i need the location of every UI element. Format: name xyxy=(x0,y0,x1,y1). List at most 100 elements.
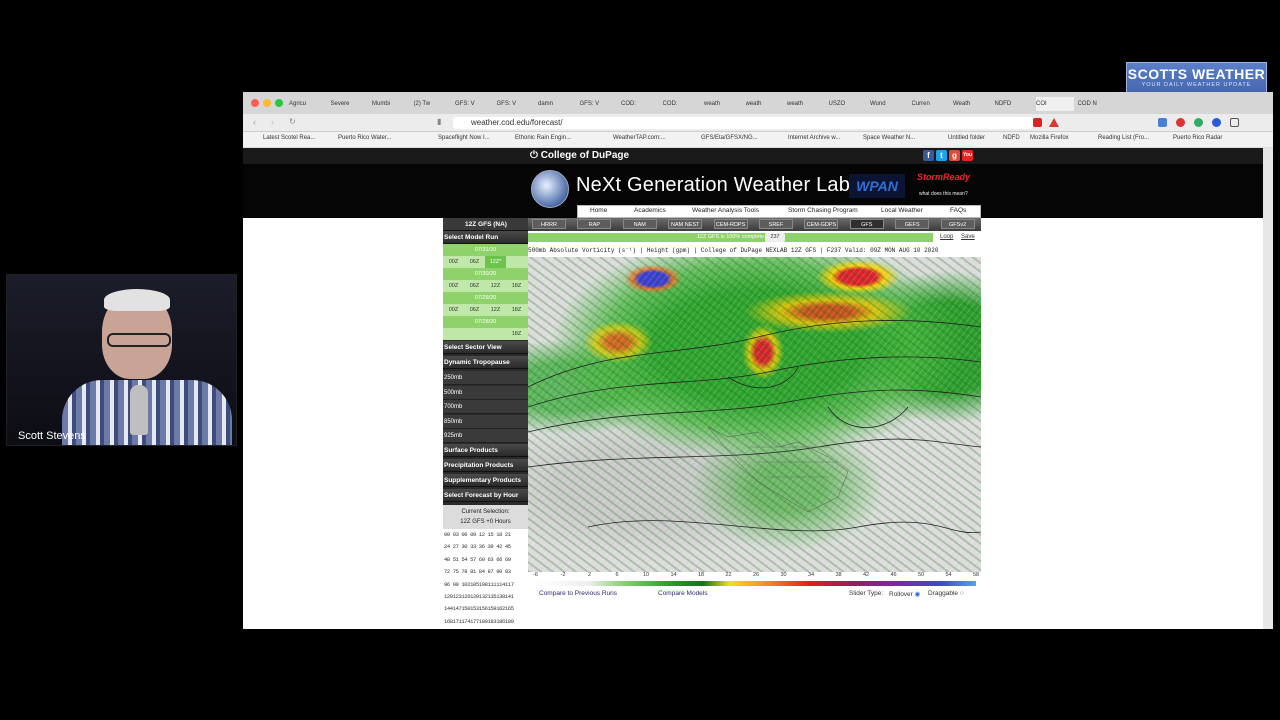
browser-tab[interactable]: damn xyxy=(538,97,576,111)
browser-tab[interactable]: Curren xyxy=(912,97,950,111)
browser-tab[interactable]: weath xyxy=(704,97,742,111)
bookmark-item[interactable]: Mozilla Firefox xyxy=(1030,135,1069,141)
sidebar-section[interactable]: Dynamic Tropopause xyxy=(443,356,528,369)
nav-item[interactable]: Academics xyxy=(634,207,666,214)
bookmark-item[interactable]: Latest Scotel Rea... xyxy=(263,135,315,141)
bookmark-item[interactable]: Spaceflight Now I... xyxy=(438,135,490,141)
browser-tab[interactable]: COI xyxy=(1036,97,1074,111)
draggable-option[interactable]: Draggable ○ xyxy=(928,590,964,597)
model-button[interactable]: NAM xyxy=(622,219,657,229)
college-of-dupage-link[interactable]: ⏻ College of DuPage xyxy=(530,150,629,161)
run-cell[interactable]: 18Z xyxy=(506,280,527,292)
bookmark-item[interactable]: WeatherTAP.com:... xyxy=(613,135,666,141)
nexlab-globe-logo[interactable] xyxy=(531,170,569,208)
sidebar-section[interactable]: 925mb xyxy=(443,429,528,444)
page-scrollbar[interactable] xyxy=(1263,148,1273,629)
bookmark-item[interactable]: NDFD xyxy=(1003,135,1020,141)
maximize-window-icon[interactable] xyxy=(275,99,283,107)
model-button[interactable]: SREF xyxy=(759,219,793,229)
sidebar-section[interactable]: Precipitation Products xyxy=(443,459,528,472)
draggable-radio-icon[interactable]: ○ xyxy=(960,590,964,597)
extension-icon[interactable] xyxy=(1194,118,1203,127)
bookmark-item[interactable]: Ethonic Rain Engin... xyxy=(515,135,571,141)
browser-tab[interactable]: Severe xyxy=(331,97,369,111)
forecast-hour-row[interactable]: 120123126129132135138141 xyxy=(444,591,528,603)
sidebar-section[interactable]: Select Forecast by Hour xyxy=(443,489,528,502)
stormready-subtitle[interactable]: what does this mean? xyxy=(919,191,968,197)
nav-item[interactable]: Weather Analysis Tools xyxy=(692,207,759,214)
bookmark-item[interactable]: Space Weather N... xyxy=(863,135,915,141)
browser-tab[interactable]: GFS: V xyxy=(455,97,493,111)
compare-models-link[interactable]: Compare Models xyxy=(658,590,708,597)
bookmark-item[interactable]: Puerto Rico Water... xyxy=(338,135,391,141)
sidebar-section[interactable]: Select Sector View xyxy=(443,341,528,354)
run-cell[interactable]: 12Z xyxy=(485,280,506,292)
select-model-run[interactable]: Select Model Run xyxy=(443,231,528,244)
run-cell[interactable] xyxy=(485,328,506,340)
model-button[interactable]: RAP xyxy=(577,219,612,229)
sidebar-section[interactable]: Supplementary Products xyxy=(443,474,528,487)
browser-tab[interactable]: Wund xyxy=(870,97,908,111)
browser-tab[interactable]: Weath xyxy=(953,97,991,111)
bookmark-item[interactable]: Untitled folder xyxy=(948,135,985,141)
browser-tab[interactable]: weath xyxy=(746,97,784,111)
sidebar-section[interactable]: 250mb xyxy=(443,371,528,385)
close-window-icon[interactable] xyxy=(251,99,259,107)
forecast-hour-row[interactable]: 00 03 06 09 12 15 18 21 xyxy=(444,529,528,541)
twitter-icon[interactable]: t xyxy=(936,150,947,161)
nav-item[interactable]: Storm Chasing Program xyxy=(788,207,858,214)
rollover-radio-icon[interactable]: ◉ xyxy=(915,591,921,598)
run-cell[interactable] xyxy=(506,256,527,268)
run-cell[interactable]: 18Z xyxy=(506,304,527,316)
model-button[interactable]: HRRR xyxy=(532,219,566,229)
extension-icon[interactable] xyxy=(1033,118,1042,127)
run-cell[interactable]: 06Z xyxy=(464,280,485,292)
run-cell[interactable] xyxy=(464,328,485,340)
run-cell[interactable]: 00Z xyxy=(443,256,464,268)
stormready-logo[interactable]: StormReady xyxy=(917,172,970,182)
model-button[interactable]: GFS xyxy=(849,219,884,229)
bookmark-item[interactable]: Puerto Rico Radar xyxy=(1173,135,1222,141)
run-cell[interactable]: 00Z xyxy=(443,280,464,292)
model-button[interactable]: NAM NEST xyxy=(668,219,703,229)
forward-icon[interactable]: › xyxy=(271,117,274,127)
extension-icon[interactable] xyxy=(1176,118,1185,127)
forecast-hour-row[interactable]: 96 99 102105108111114117 xyxy=(444,579,528,591)
forecast-hour-row[interactable]: 144147150153156159162165 xyxy=(444,603,528,615)
bookmark-item[interactable]: GFS/Eta/GFSX/NG... xyxy=(701,135,758,141)
wpan-logo[interactable]: WPAN xyxy=(849,174,905,198)
address-bar[interactable]: weather.cod.edu/forecast/ xyxy=(453,117,1033,129)
bookmark-item[interactable]: Internet Archive w... xyxy=(788,135,840,141)
browser-tab[interactable]: Agricu xyxy=(289,97,327,111)
run-cell[interactable] xyxy=(443,328,464,340)
run-cell[interactable]: 12Z xyxy=(485,304,506,316)
warning-icon[interactable] xyxy=(1049,118,1059,127)
forecast-hour-row[interactable]: 24 27 30 33 36 39 42 45 xyxy=(444,541,528,553)
browser-tab[interactable]: GFS: V xyxy=(497,97,535,111)
model-button[interactable]: CEM-RDPS xyxy=(713,219,748,229)
sidebar-section[interactable]: Surface Products xyxy=(443,444,528,457)
rollover-option[interactable]: Rollover ◉ xyxy=(889,590,920,598)
bookmark-icon[interactable]: ▮ xyxy=(437,117,441,126)
forecast-hour-row[interactable]: 48 51 54 57 60 63 66 69 xyxy=(444,554,528,566)
model-button[interactable]: GEFS xyxy=(895,219,930,229)
sidebar-toggle-icon[interactable] xyxy=(1230,118,1239,127)
back-icon[interactable]: ‹ xyxy=(253,117,256,127)
browser-tab[interactable]: COD: xyxy=(621,97,659,111)
sidebar-section[interactable]: 850mb xyxy=(443,414,528,429)
browser-tab[interactable]: (2) Tw xyxy=(414,97,452,111)
reload-icon[interactable]: ↻ xyxy=(289,117,296,126)
run-cell[interactable]: 06Z xyxy=(464,256,485,268)
browser-tab[interactable]: weath xyxy=(787,97,825,111)
minimize-window-icon[interactable] xyxy=(263,99,271,107)
sidebar-section[interactable]: 500mb xyxy=(443,385,528,400)
nav-item[interactable]: FAQs xyxy=(950,207,966,214)
nav-item[interactable]: Home xyxy=(590,207,607,214)
loop-button[interactable]: Loop xyxy=(940,234,953,240)
google-plus-icon[interactable]: g xyxy=(949,150,960,161)
nav-item[interactable]: Local Weather xyxy=(881,207,923,214)
compare-previous-runs-link[interactable]: Compare to Previous Runs xyxy=(539,590,617,597)
run-cell[interactable]: 06Z xyxy=(464,304,485,316)
model-button[interactable]: GFSv2 xyxy=(940,219,975,229)
browser-tab[interactable]: COD: xyxy=(663,97,701,111)
